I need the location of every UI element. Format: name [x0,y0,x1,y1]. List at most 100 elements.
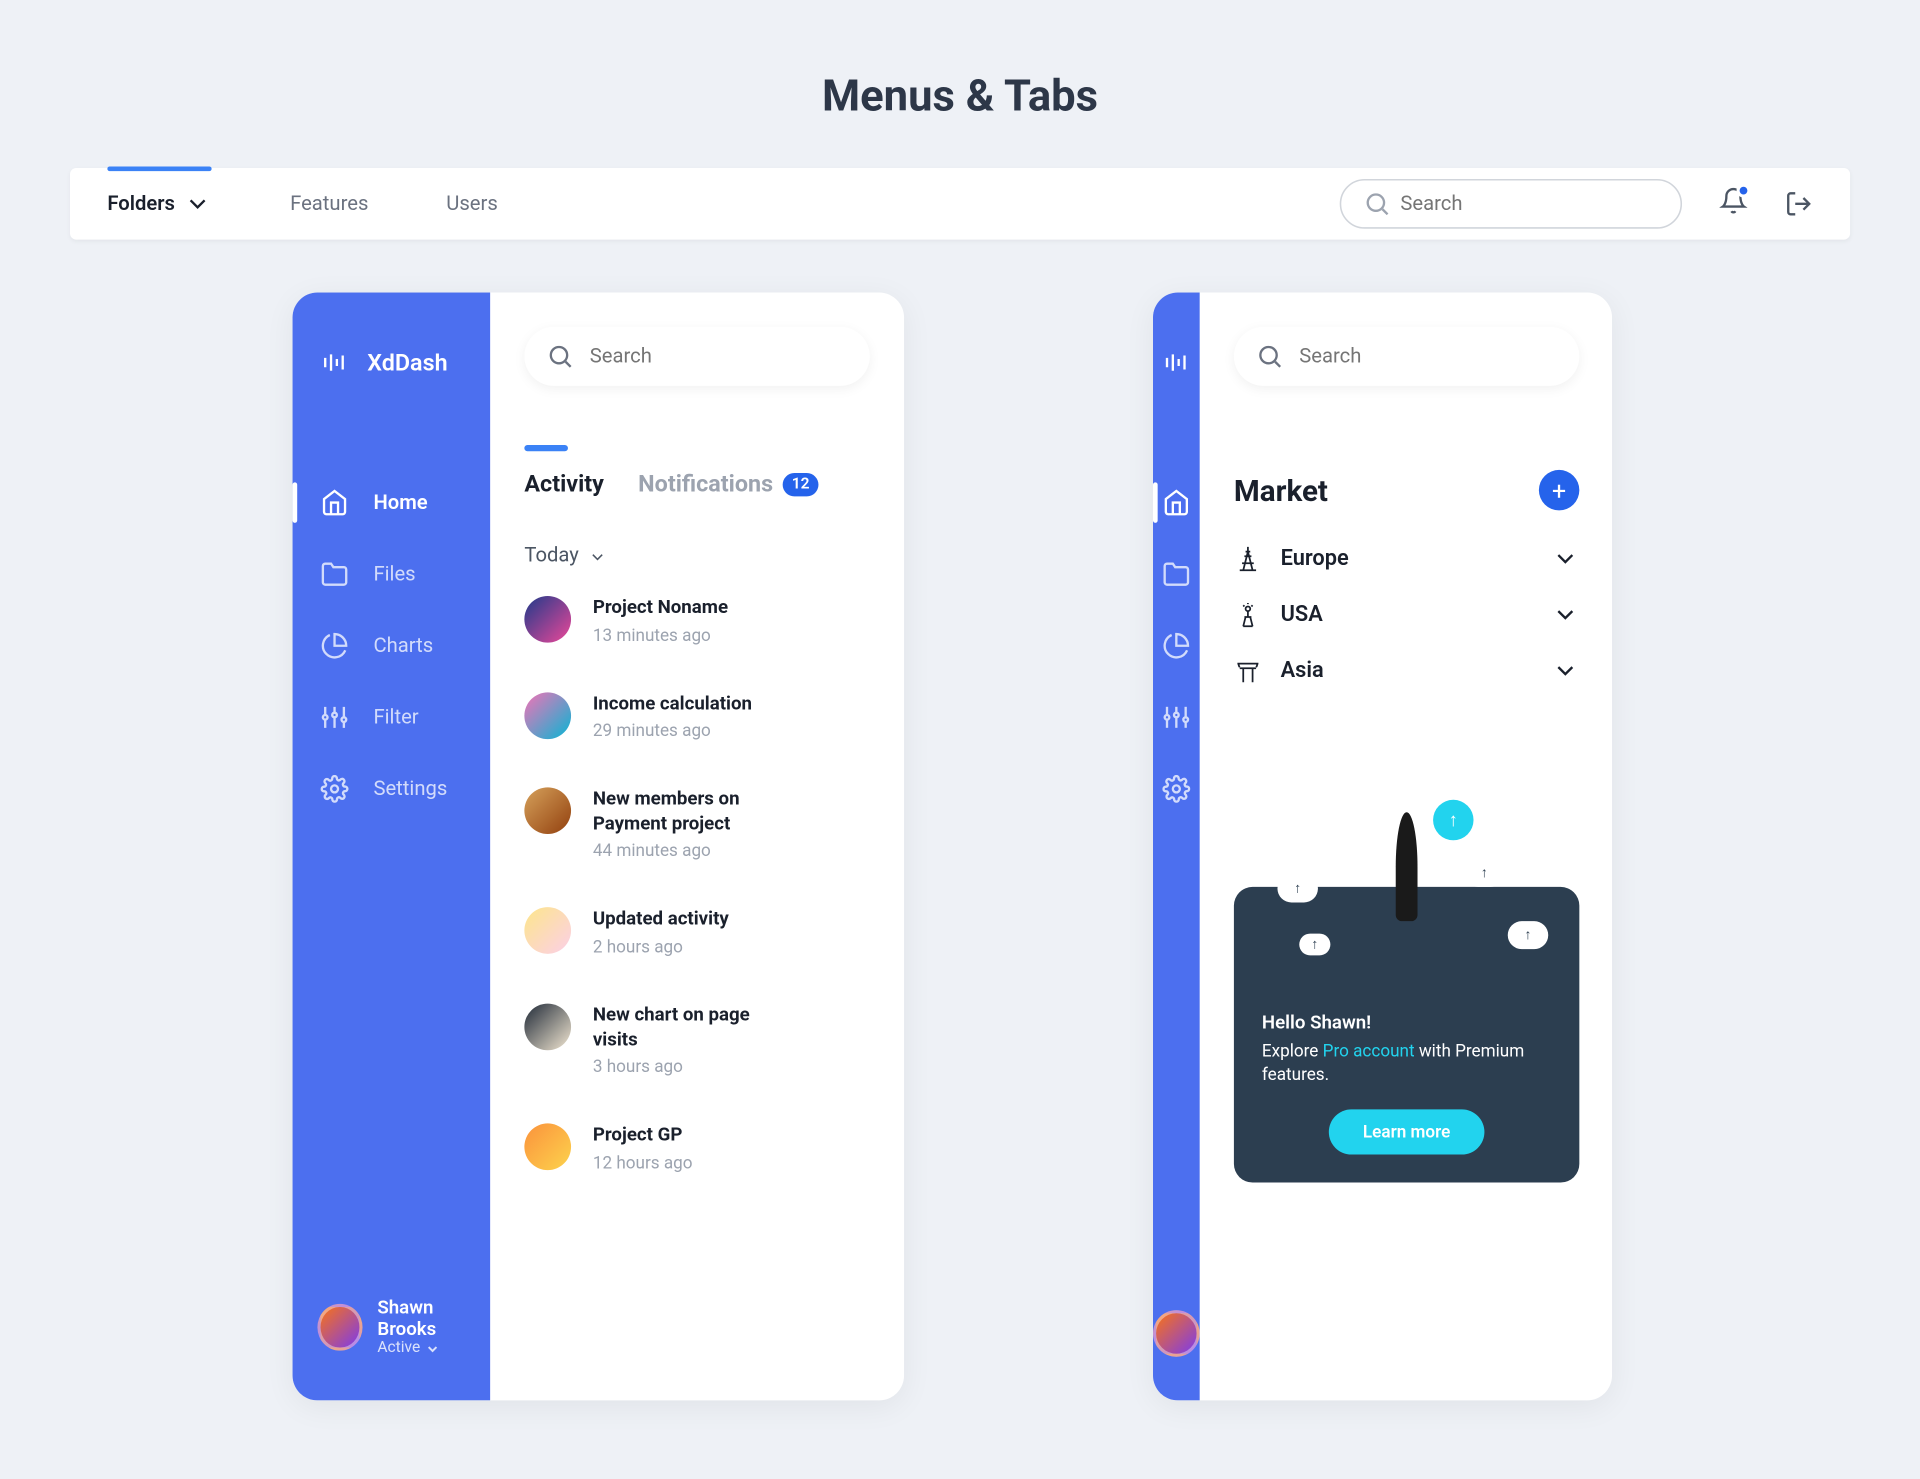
sliders-icon [321,703,349,731]
notifications-badge: 12 [782,472,818,495]
avatar [317,1303,361,1350]
user-profile[interactable]: Shawn Brooks Active [293,1296,491,1400]
cloud-icon [1299,934,1330,956]
sidebar-item-home[interactable] [1153,470,1200,535]
plus-icon: + [1552,475,1566,505]
sidebar-item-label: Filter [373,706,418,729]
home-icon [321,489,349,517]
chevron-down-icon [184,190,212,218]
chevron-down-icon [425,1340,441,1356]
home-icon [1162,489,1190,517]
liberty-icon [1234,601,1262,629]
search-input[interactable] [1299,345,1557,368]
sidebar-item-files[interactable] [1153,541,1200,606]
page-title: Menus & Tabs [0,0,1920,168]
brand[interactable] [1153,293,1200,393]
list-item[interactable]: New chart on page visits3 hours ago [524,1004,869,1077]
date-filter[interactable]: Today [524,545,869,568]
list-item[interactable]: Project GP12 hours ago [524,1124,869,1173]
sidebar-item-charts[interactable]: Charts [293,613,491,678]
learn-more-button[interactable]: Learn more [1329,1109,1485,1154]
search-icon [1363,190,1391,218]
region-usa[interactable]: USA [1234,601,1579,629]
sidebar-item-home[interactable]: Home [293,470,491,535]
sidebar-item-charts[interactable] [1153,613,1200,678]
top-navbar: Folders Features Users [70,168,1850,240]
pie-icon [1162,632,1190,660]
user-name: Shawn Brooks [377,1296,490,1340]
chevron-down-icon [1551,601,1579,629]
expanded-sidebar-panel: XdDash Home Files Charts Filter Settings… [293,293,905,1401]
search-input[interactable] [590,345,848,368]
activity-feed: Project Noname13 minutes ago Income calc… [524,596,869,1173]
market-title: Market [1234,472,1328,508]
cloud-icon [1277,874,1317,902]
user-profile[interactable] [1153,1310,1200,1400]
add-button[interactable]: + [1539,470,1579,510]
cloud-icon [1508,921,1548,949]
pie-icon [321,632,349,660]
avatar [524,692,571,739]
promo-greeting: Hello Shawn! [1262,1011,1551,1033]
rocket-icon [1396,812,1418,921]
tab-users[interactable]: Users [446,168,498,240]
chevron-down-icon [1551,545,1579,573]
avatar [524,596,571,643]
collapsed-sidebar-panel: Market + Europe USA Asia Hello Shawn! Ex… [1153,293,1612,1401]
tab-folders[interactable]: Folders [107,168,212,240]
sidebar-item-files[interactable]: Files [293,541,491,606]
sidebar-item-filter[interactable] [1153,685,1200,750]
logout-icon[interactable] [1785,190,1813,218]
chevron-down-icon [1551,657,1579,685]
search-field[interactable] [1234,327,1579,386]
cloud-icon [1464,859,1504,887]
sidebar-item-filter[interactable]: Filter [293,685,491,750]
search-icon [1256,342,1284,370]
logo-icon [321,349,349,377]
brand[interactable]: XdDash [293,293,491,393]
top-search-input[interactable] [1400,192,1658,215]
panel2-content: Market + Europe USA Asia Hello Shawn! Ex… [1200,293,1612,1401]
sliders-icon [1162,703,1190,731]
folder-icon [321,560,349,588]
notification-dot-icon [1736,184,1750,198]
sidebar-item-label: Files [373,562,415,585]
search-icon [546,342,574,370]
sidebar-collapsed [1153,293,1200,1401]
tab-features[interactable]: Features [290,168,368,240]
logo-icon [1162,349,1190,377]
eiffel-icon [1234,545,1262,573]
panel1-content: Activity Notifications 12 Today Project … [490,293,904,1401]
top-search-field[interactable] [1340,179,1682,229]
gear-icon [1162,775,1190,803]
list-item[interactable]: Income calculation29 minutes ago [524,692,869,741]
promo-text: Explore Pro account with Premium feature… [1262,1039,1551,1087]
avatar [524,908,571,955]
search-field[interactable] [524,327,869,386]
gear-icon [321,775,349,803]
avatar [1153,1310,1200,1357]
region-asia[interactable]: Asia [1234,657,1579,685]
upload-bubble-icon [1433,800,1473,840]
list-item[interactable]: New members on Payment project44 minutes… [524,788,869,861]
notifications-bell[interactable] [1719,187,1747,221]
sidebar-item-label: Settings [373,777,447,800]
torii-icon [1234,657,1262,685]
user-status: Active [377,1340,490,1357]
brand-name: XdDash [367,349,447,377]
sidebar-item-settings[interactable] [1153,756,1200,821]
region-europe[interactable]: Europe [1234,545,1579,573]
avatar [524,788,571,835]
sidebar-item-settings[interactable]: Settings [293,756,491,821]
tab-notifications[interactable]: Notifications 12 [638,470,819,498]
sidebar-item-label: Home [373,491,427,514]
avatar [524,1124,571,1171]
sidebar: XdDash Home Files Charts Filter Settings… [293,293,491,1401]
tab-activity[interactable]: Activity [524,470,604,498]
list-item[interactable]: Project Noname13 minutes ago [524,596,869,645]
folder-icon [1162,560,1190,588]
chevron-down-icon [588,547,607,566]
rocket-illustration [1234,812,1579,983]
avatar [524,1004,571,1051]
list-item[interactable]: Updated activity2 hours ago [524,908,869,957]
